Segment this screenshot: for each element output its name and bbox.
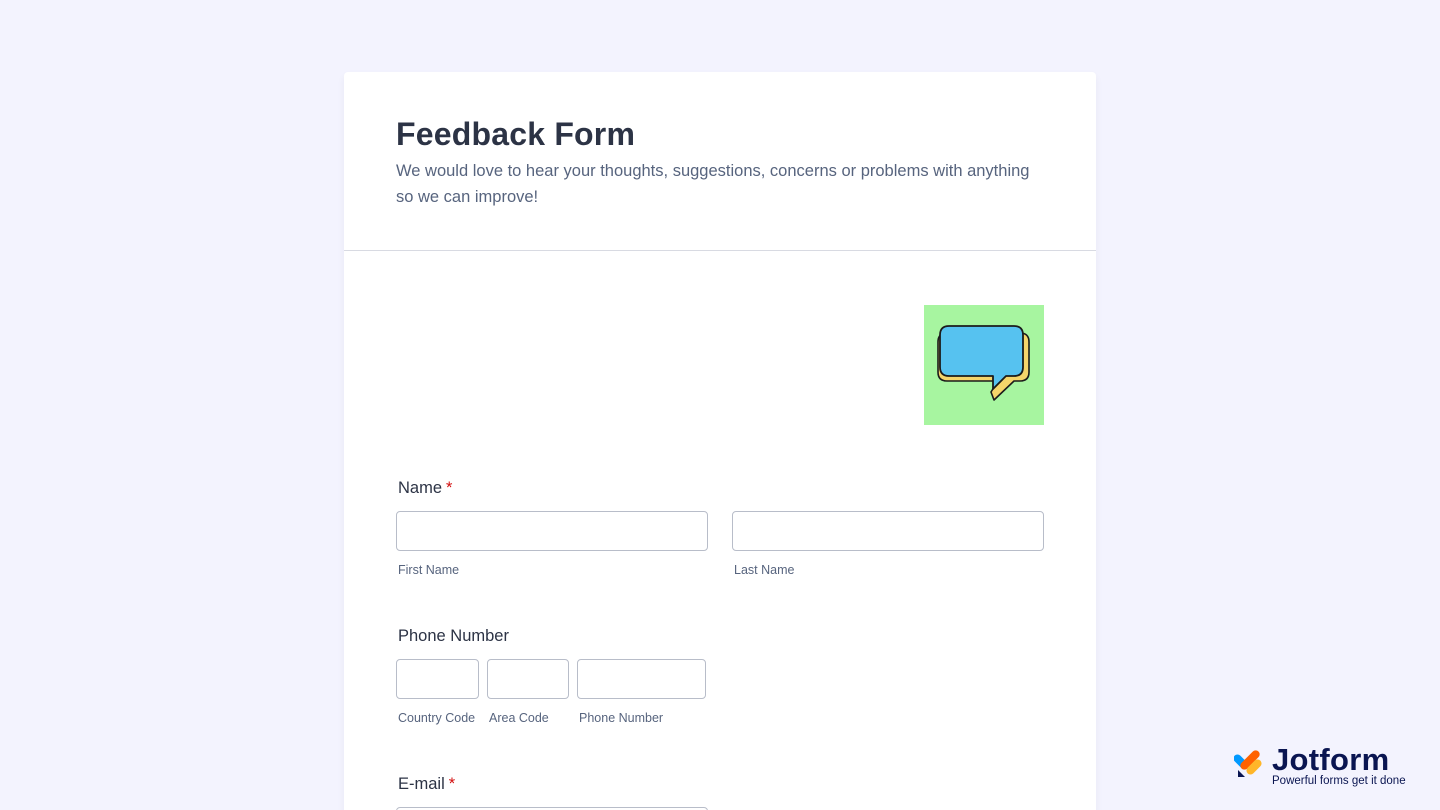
jotform-badge[interactable]: Jotform Powerful forms get it done: [1234, 742, 1409, 790]
required-star: *: [446, 479, 453, 497]
speech-bubble-icon: [937, 325, 1030, 401]
jotform-name: Jotform: [1272, 742, 1390, 777]
first-name-sublabel: First Name: [398, 563, 460, 577]
phone-label: Phone Number: [398, 626, 509, 646]
email-label: E-mail *: [398, 774, 455, 794]
page: Feedback Form We would love to hear your…: [0, 0, 1440, 810]
jotform-logo-icon: [1234, 750, 1262, 777]
form-card: Feedback Form We would love to hear your…: [344, 72, 1096, 810]
country-code-input[interactable]: [396, 659, 479, 699]
name-label: Name *: [398, 478, 452, 498]
form-subtitle: We would love to hear your thoughts, sug…: [396, 162, 1030, 206]
last-name-input[interactable]: [732, 511, 1044, 551]
first-name-input[interactable]: [396, 511, 708, 551]
jotform-tagline: Powerful forms get it done: [1272, 775, 1406, 787]
phone-label-text: Phone Number: [398, 627, 509, 645]
email-label-text: E-mail: [398, 775, 445, 793]
phone-number-input[interactable]: [577, 659, 706, 699]
form-image: [924, 305, 1044, 425]
required-star: *: [448, 775, 456, 793]
country-code-sublabel: Country Code: [398, 711, 476, 725]
area-code-sublabel: Area Code: [489, 711, 549, 725]
form-title: Feedback Form: [396, 116, 636, 152]
form-header: Feedback Form We would love to hear your…: [344, 72, 1096, 251]
phone-number-sublabel: Phone Number: [579, 711, 664, 725]
last-name-sublabel: Last Name: [734, 563, 795, 577]
area-code-input[interactable]: [487, 659, 569, 699]
name-label-text: Name: [398, 479, 443, 497]
